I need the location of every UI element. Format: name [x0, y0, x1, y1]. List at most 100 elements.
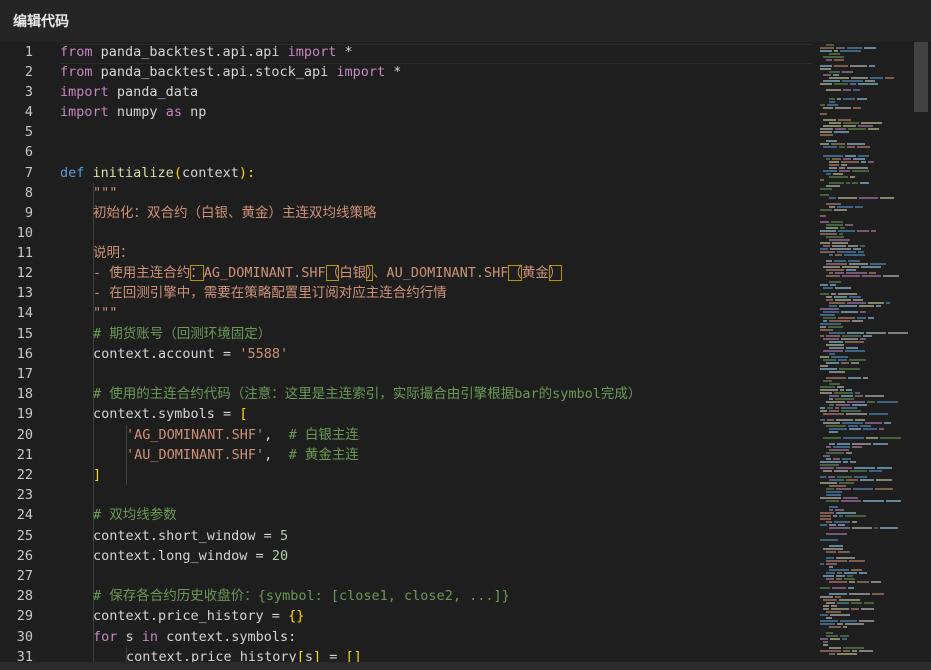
code-line-19: context.symbols = [ — [93, 406, 248, 422]
code-area[interactable]: from panda_backtest.api.api import * fro… — [60, 42, 810, 662]
minimap-line — [853, 248, 861, 250]
line-number: 17 — [16, 366, 33, 382]
vertical-scrollbar[interactable] — [912, 42, 931, 662]
minimap-line — [843, 437, 864, 439]
minimap-line — [840, 389, 844, 391]
minimap-line — [839, 599, 860, 601]
minimap-line — [829, 77, 849, 79]
minimap-line — [828, 326, 843, 328]
minimap[interactable] — [818, 42, 910, 662]
minimap-line — [820, 419, 825, 421]
minimap-line — [826, 227, 838, 229]
minimap-line — [852, 521, 857, 523]
minimap-line — [820, 248, 828, 250]
minimap-line — [862, 275, 881, 277]
minimap-line — [879, 428, 884, 430]
line-number: 20 — [16, 427, 33, 443]
minimap-line — [826, 140, 837, 142]
minimap-line — [848, 425, 858, 427]
minimap-line — [853, 299, 863, 301]
minimap-line — [846, 182, 850, 184]
minimap-line — [867, 401, 875, 403]
minimap-line — [851, 362, 859, 364]
minimap-line — [820, 194, 829, 196]
minimap-line — [829, 98, 835, 100]
minimap-line — [841, 500, 861, 502]
minimap-line — [851, 77, 868, 79]
minimap-line — [829, 566, 833, 568]
horizontal-scrollbar[interactable] — [0, 662, 931, 670]
minimap-line — [829, 653, 835, 655]
minimap-line — [820, 386, 835, 388]
minimap-line — [842, 422, 863, 424]
minimap-line — [834, 260, 846, 262]
minimap-line — [839, 170, 850, 172]
minimap-line — [842, 275, 860, 277]
minimap-line — [841, 164, 847, 166]
code-line-31: context.price_history[s] = [] — [126, 649, 362, 662]
minimap-line — [826, 263, 847, 265]
minimap-line — [852, 650, 857, 652]
minimap-line — [829, 182, 844, 184]
minimap-line — [846, 347, 858, 349]
minimap-line — [826, 275, 840, 277]
minimap-line — [834, 50, 838, 52]
minimap-line — [885, 77, 894, 79]
minimap-line — [861, 608, 874, 610]
minimap-line — [875, 488, 893, 490]
minimap-line — [880, 437, 901, 439]
minimap-line — [840, 635, 849, 637]
line-number: 22 — [16, 467, 33, 483]
minimap-line — [820, 143, 829, 145]
minimap-line — [823, 80, 840, 82]
minimap-line — [835, 254, 842, 256]
minimap-line — [841, 410, 861, 412]
line-number: 12 — [16, 265, 33, 281]
minimap-line — [826, 158, 830, 160]
window-title: 编辑代码 — [13, 14, 69, 30]
code-line-16: context.account = '5588' — [93, 346, 289, 362]
minimap-line — [851, 602, 862, 604]
minimap-line — [823, 605, 829, 607]
minimap-line — [829, 428, 847, 430]
minimap-line — [820, 230, 836, 232]
minimap-line — [853, 89, 860, 91]
minimap-line — [823, 350, 843, 352]
minimap-line — [823, 644, 828, 646]
minimap-line — [829, 479, 844, 481]
minimap-line — [826, 617, 832, 619]
minimap-line — [829, 395, 839, 397]
minimap-line — [826, 533, 847, 535]
line-number: 6 — [24, 144, 33, 160]
minimap-line — [826, 299, 833, 301]
minimap-line — [823, 608, 829, 610]
minimap-line — [848, 377, 861, 379]
minimap-line — [864, 47, 876, 49]
minimap-line — [820, 50, 832, 52]
code-line-22: ] — [93, 467, 102, 483]
code-editor[interactable]: 1 2 3 4 5 6 7 8 9 10 11 12 13 14 15 16 1… — [0, 42, 931, 662]
minimap-line — [836, 404, 850, 406]
minimap-line — [827, 104, 838, 106]
minimap-line — [859, 620, 874, 622]
minimap-line — [835, 509, 844, 511]
minimap-line — [837, 98, 841, 100]
minimap-line — [820, 620, 838, 622]
minimap-line — [826, 560, 847, 562]
minimap-line — [857, 98, 867, 100]
minimap-line — [820, 83, 832, 85]
minimap-line — [820, 242, 830, 244]
minimap-line — [823, 74, 831, 76]
minimap-line — [844, 254, 865, 256]
line-number: 10 — [16, 225, 33, 241]
minimap-line — [851, 569, 862, 571]
vertical-scrollbar-thumb[interactable] — [914, 42, 928, 112]
minimap-line — [857, 146, 870, 148]
minimap-line — [845, 623, 864, 625]
minimap-line — [820, 515, 831, 517]
code-editor-window: 编辑代码 1 2 3 4 5 6 7 8 9 10 11 12 13 14 15… — [0, 0, 931, 670]
minimap-line — [823, 125, 841, 127]
minimap-line — [840, 620, 857, 622]
minimap-line — [844, 578, 855, 580]
minimap-line — [839, 233, 843, 235]
